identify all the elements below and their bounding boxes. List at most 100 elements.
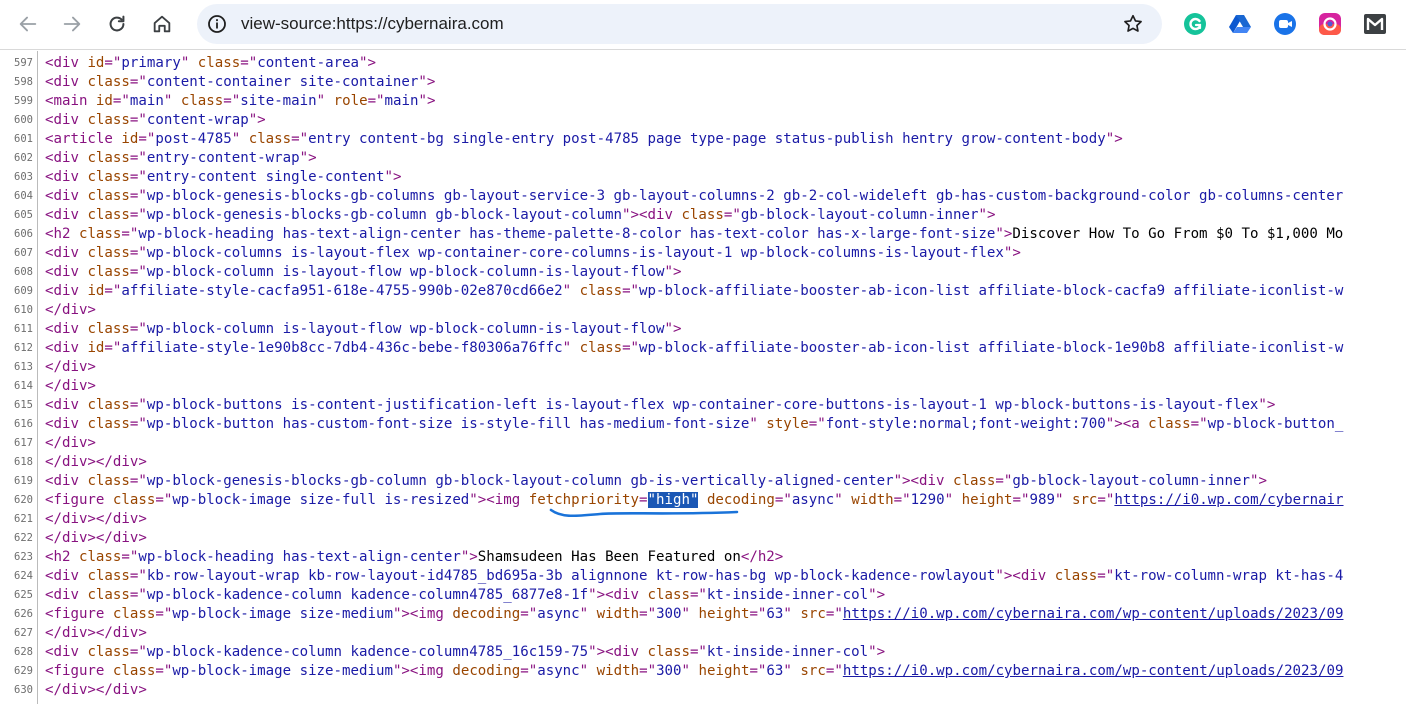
- source-code: <h2 class="wp-block-heading has-text-ali…: [45, 548, 783, 567]
- screencast-icon[interactable]: [1273, 12, 1297, 36]
- source-line: 617 </div>: [0, 434, 1406, 453]
- line-number: 626: [14, 608, 33, 620]
- colorful-circle-icon[interactable]: [1318, 12, 1342, 36]
- google-drive-icon[interactable]: [1228, 12, 1252, 36]
- line-number: 606: [14, 228, 33, 240]
- line-number: 601: [14, 133, 33, 145]
- tag-token: =": [129, 397, 147, 413]
- attr-value-token: kt-inside-inner-col: [706, 587, 869, 603]
- tag-token: <div: [45, 473, 88, 489]
- attr-value-token: wp-block-genesis-blocks-gb-columns gb-la…: [146, 188, 1344, 204]
- source-line: 601 <article id="post-4785" class="entry …: [0, 130, 1406, 149]
- url-text[interactable]: view-source:https://cybernaira.com: [241, 14, 504, 34]
- line-number: 612: [14, 342, 33, 354]
- tag-token: ": [562, 340, 580, 356]
- attr-name-token: class: [112, 606, 156, 622]
- source-line: 599 <main id="main" class="site-main" rol…: [0, 92, 1406, 111]
- bookmark-star-icon[interactable]: [1122, 13, 1144, 35]
- source-code: </div></div>: [45, 529, 147, 548]
- attr-name-token: id: [87, 55, 105, 71]
- tag-token: ">: [384, 169, 402, 185]
- attr-name-token: role: [333, 93, 368, 109]
- attr-name-token: width: [596, 663, 640, 679]
- attr-name-token: class: [647, 587, 690, 603]
- attr-value-token: gb-block-layout-column-inner: [740, 207, 979, 223]
- tag-token: ">: [299, 150, 317, 166]
- tag-token: <div: [45, 150, 88, 166]
- attr-value-token: 300: [656, 606, 682, 622]
- tag-token: ": [944, 492, 962, 508]
- tag-token: <div: [45, 568, 88, 584]
- tag-token: =": [155, 606, 173, 622]
- attr-name-token: decoding: [706, 492, 775, 508]
- source-link[interactable]: https://i0.wp.com/cybernair: [1114, 492, 1343, 508]
- attr-name-token: class: [112, 492, 156, 508]
- page-source-view[interactable]: 597 <div id="primary" class="content-area…: [0, 51, 1406, 704]
- tag-token: </div>: [45, 302, 96, 318]
- source-link[interactable]: https://i0.wp.com/cybernaira.com/wp-cont…: [843, 663, 1344, 679]
- gmail-m-icon[interactable]: [1363, 12, 1387, 36]
- tag-token: </h2>: [740, 549, 784, 565]
- tag-token: =": [121, 226, 139, 242]
- line-number: 603: [14, 171, 33, 183]
- tag-token: ": [783, 606, 801, 622]
- attr-value-token: wp-block-button has-custom-font-size is-…: [146, 416, 750, 432]
- attr-value-token: wp-block-heading has-text-align-center: [138, 549, 461, 565]
- tag-token: <main: [45, 93, 96, 109]
- grammarly-icon[interactable]: [1183, 12, 1207, 36]
- attr-name-token: class: [87, 207, 130, 223]
- attr-name-token: style: [766, 416, 809, 432]
- tag-token: =": [129, 245, 147, 261]
- tag-token: <div: [45, 397, 88, 413]
- tag-token: =": [104, 340, 122, 356]
- attr-name-token: class: [579, 283, 623, 299]
- tag-token: <div: [45, 169, 88, 185]
- tag-token: [698, 492, 707, 508]
- tag-token: </div>: [45, 378, 96, 394]
- source-line: 621 </div></div>: [0, 510, 1406, 529]
- tag-token: <div: [45, 188, 88, 204]
- tag-token: =": [129, 587, 147, 603]
- source-code: <div id="primary" class="content-area">: [45, 54, 376, 73]
- home-button[interactable]: [145, 7, 179, 41]
- attr-value-token: gb-block-layout-column-inner: [1012, 473, 1250, 489]
- source-code: <main id="main" class="site-main" role="…: [45, 92, 435, 111]
- site-info-icon[interactable]: [207, 14, 227, 34]
- source-line: 624 <div class="kb-row-layout-wrap kb-row…: [0, 567, 1406, 586]
- browser-toolbar: view-source:https://cybernaira.com: [0, 0, 1406, 50]
- tag-token: ": [163, 93, 181, 109]
- source-code: <div class="wp-block-button has-custom-f…: [45, 415, 1343, 434]
- attr-value-token: entry-content single-content: [146, 169, 385, 185]
- tag-token: =": [689, 587, 707, 603]
- source-code: <h2 class="wp-block-heading has-text-ali…: [45, 225, 1343, 244]
- tag-token: <div: [45, 283, 88, 299]
- source-line: 615 <div class="wp-block-buttons is-conte…: [0, 396, 1406, 415]
- attr-name-token: class: [87, 321, 130, 337]
- source-line: 597 <div id="primary" class="content-area…: [0, 54, 1406, 73]
- tag-token: =": [104, 55, 122, 71]
- tag-token: ">: [664, 264, 682, 280]
- forward-button[interactable]: [55, 7, 89, 41]
- attr-name-token: class: [87, 150, 130, 166]
- attr-name-token: class: [87, 587, 130, 603]
- attr-value-token: kb-row-layout-wrap kb-row-layout-id4785_…: [146, 568, 996, 584]
- source-link[interactable]: https://i0.wp.com/cybernaira.com/wp-cont…: [843, 606, 1344, 622]
- tag-token: <figure: [45, 606, 113, 622]
- source-line: 605 <div class="wp-block-genesis-blocks-g…: [0, 206, 1406, 225]
- tag-token: ": [180, 55, 198, 71]
- tag-token: ": [579, 606, 597, 622]
- reload-icon: [109, 15, 125, 32]
- tag-token: ": [834, 492, 852, 508]
- attr-value-token: 1290: [910, 492, 945, 508]
- attr-value-token: wp-block-buttons is-content-justificatio…: [146, 397, 1259, 413]
- attr-name-token: class: [87, 397, 130, 413]
- tag-token: =": [774, 492, 792, 508]
- source-code: <figure class="wp-block-image size-mediu…: [45, 605, 1343, 624]
- line-number: 614: [14, 380, 33, 392]
- attr-value-token: affiliate-style-1e90b8cc-7db4-436c-bebe-…: [121, 340, 563, 356]
- source-code: </div>: [45, 434, 96, 453]
- reload-button[interactable]: [100, 7, 134, 41]
- attr-name-token: id: [95, 93, 113, 109]
- address-bar[interactable]: view-source:https://cybernaira.com: [197, 4, 1162, 44]
- back-button[interactable]: [11, 7, 45, 41]
